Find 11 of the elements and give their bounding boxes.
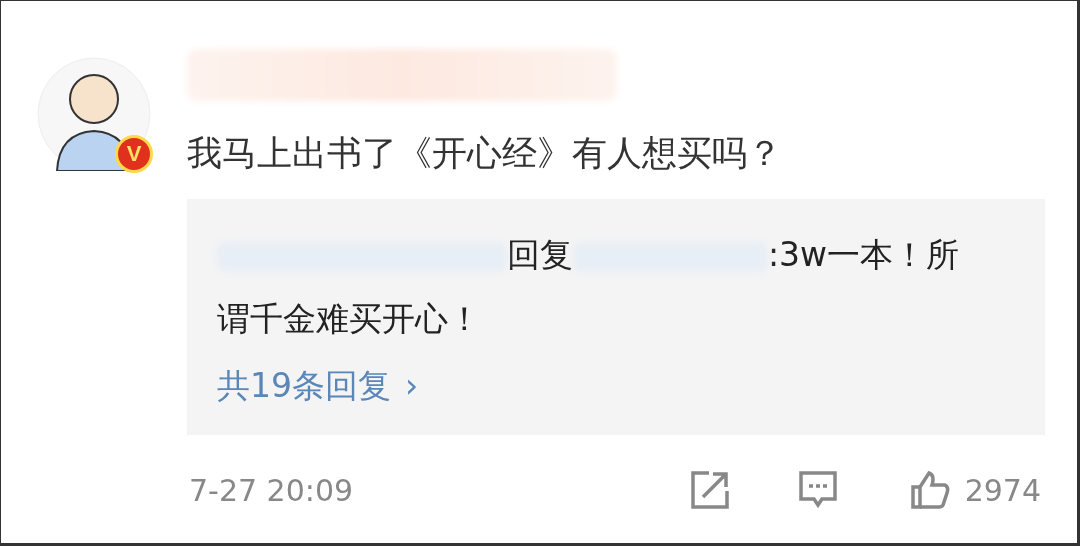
more-replies-link[interactable]: 共19条回复 › xyxy=(217,361,419,411)
thumbs-up-icon[interactable] xyxy=(908,469,951,511)
reply-label: 回复 xyxy=(507,235,573,274)
share-icon[interactable] xyxy=(688,469,731,511)
avatar[interactable] xyxy=(37,57,151,171)
like-count: 2974 xyxy=(964,472,1041,508)
verified-badge: V xyxy=(115,135,153,173)
reply-text: :3w一本！所 xyxy=(768,235,960,274)
comment-text: 我马上出书了《开心经》有人想买吗？ xyxy=(187,132,783,175)
comment-time: 7-27 20:09 xyxy=(189,472,355,508)
reply-text: 谓千金难买开心！ xyxy=(217,299,481,338)
